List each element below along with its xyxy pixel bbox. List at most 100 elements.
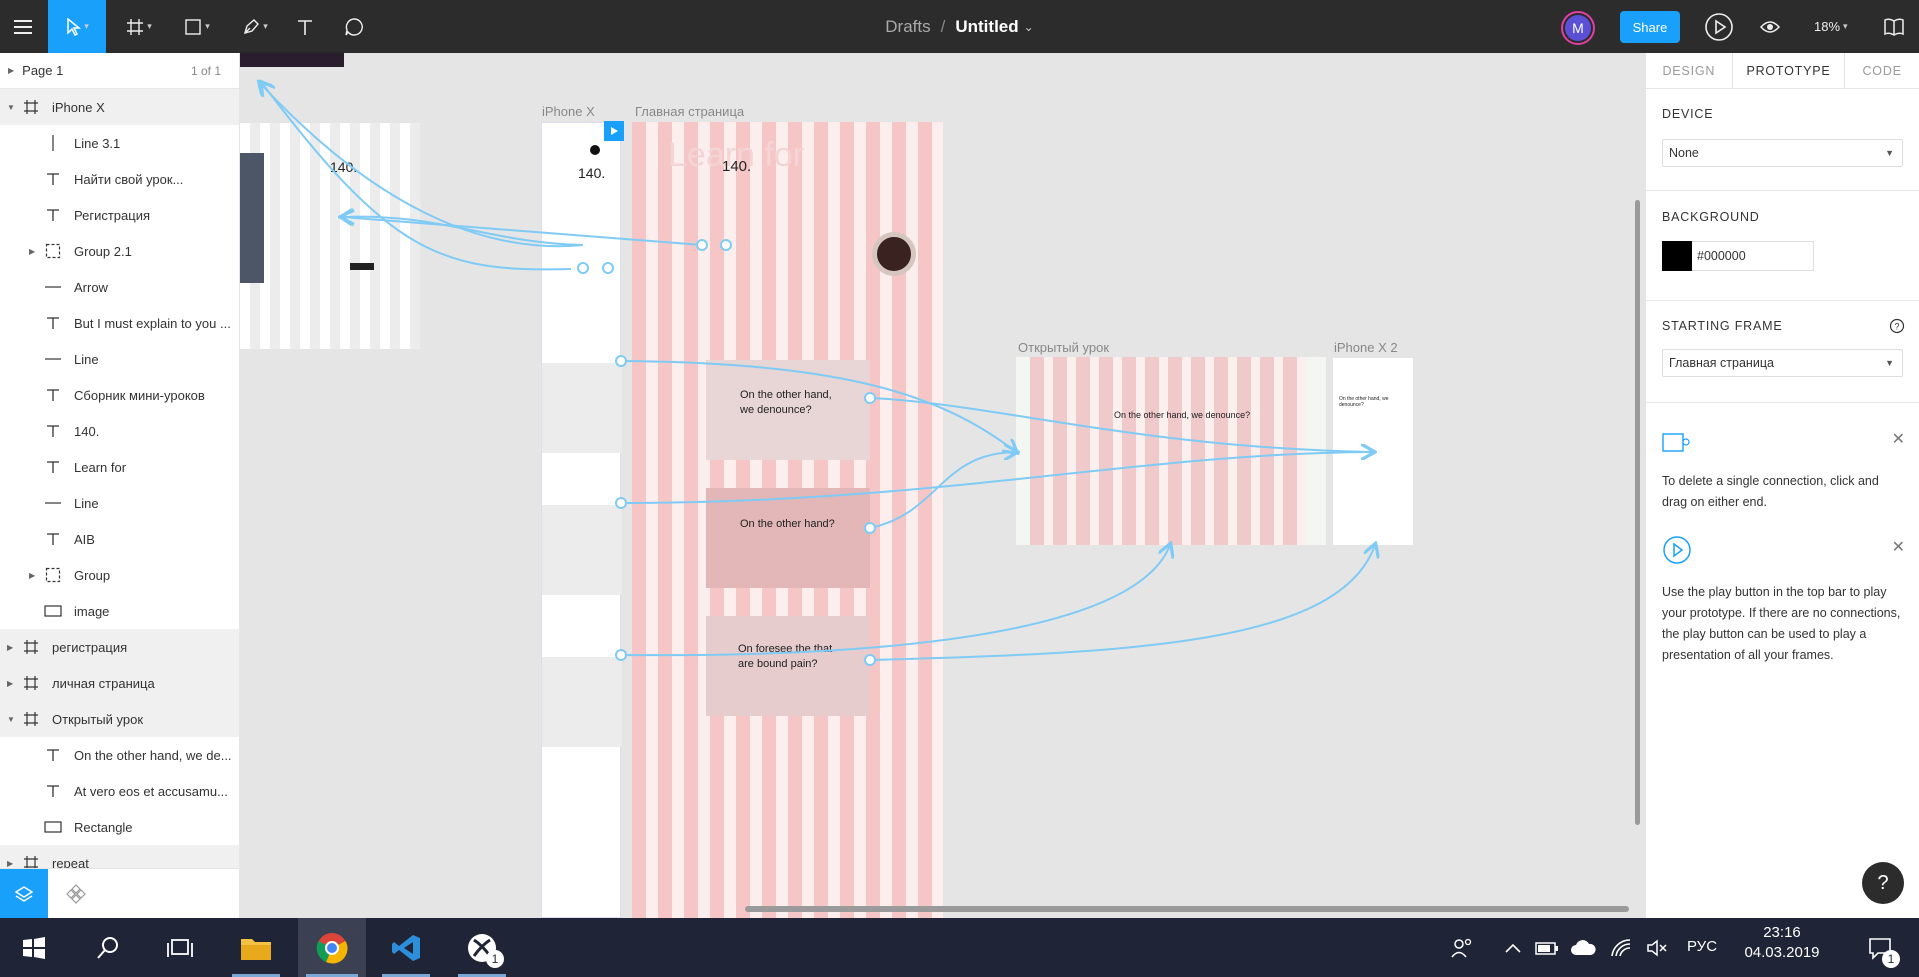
layer-label: Group 2.1	[74, 243, 132, 259]
battery-button[interactable]	[1530, 918, 1564, 977]
layer-row[interactable]: Line	[0, 485, 239, 521]
breadcrumb-drafts[interactable]: Drafts	[885, 17, 930, 37]
search-button[interactable]	[80, 918, 136, 977]
layer-row[interactable]: Rectangle	[0, 809, 239, 845]
chevron-down-icon[interactable]: ▼	[7, 715, 15, 724]
pen-tool-button[interactable]: ▾	[234, 0, 276, 53]
layer-row[interactable]: ▶ Group 2.1	[0, 233, 239, 269]
layer-label: AIB	[74, 531, 95, 547]
avatar-initial: M	[1565, 15, 1591, 41]
action-center-button[interactable]: 1	[1852, 918, 1908, 977]
move-tool-button[interactable]: ▾	[48, 0, 106, 53]
close-icon[interactable]: ✕	[1892, 429, 1905, 449]
tip-play-prototype: Use the play button in the top bar to pl…	[1662, 585, 1901, 662]
background-color-swatch[interactable]	[1662, 241, 1692, 271]
chevron-right-icon[interactable]: ▶	[7, 679, 13, 688]
layer-row[interactable]: Learn for	[0, 449, 239, 485]
layer-row[interactable]: But I must explain to you ...	[0, 305, 239, 341]
layer-row[interactable]: ▶ личная страница	[0, 665, 239, 701]
task-view-button[interactable]	[152, 918, 208, 977]
layer-row[interactable]: image	[0, 593, 239, 629]
help-circle-icon[interactable]: ?	[1889, 318, 1905, 334]
comment-tool-button[interactable]	[338, 0, 370, 53]
tab-design[interactable]: DESIGN	[1646, 53, 1732, 89]
layer-row[interactable]: ▶ регистрация	[0, 629, 239, 665]
shape-tool-button[interactable]: ▾	[176, 0, 218, 53]
clock-date: 04.03.2019	[1744, 944, 1820, 961]
text-icon	[44, 530, 62, 548]
layer-label: Arrow	[74, 279, 108, 295]
layer-row[interactable]: Line 3.1	[0, 125, 239, 161]
text-icon	[44, 458, 62, 476]
layer-row[interactable]: AIB	[0, 521, 239, 557]
layer-row[interactable]: 140.	[0, 413, 239, 449]
layer-label: Line	[74, 495, 99, 511]
device-select[interactable]: None ▼	[1662, 139, 1903, 167]
device-heading: DEVICE	[1662, 107, 1714, 121]
layer-row[interactable]: At vero eos et accusamu...	[0, 773, 239, 809]
layer-row[interactable]: On the other hand, we de...	[0, 737, 239, 773]
chevron-right-icon[interactable]: ▶	[29, 247, 35, 256]
layer-row[interactable]: Line	[0, 341, 239, 377]
play-icon	[1705, 12, 1733, 41]
properties-panel: DESIGN PROTOTYPE CODE DEVICE None ▼ BACK…	[1645, 53, 1919, 918]
title-chevron-icon[interactable]: ⌄	[1024, 20, 1034, 34]
chevron-right-icon[interactable]: ▶	[7, 643, 13, 652]
frame-icon	[22, 98, 40, 116]
wifi-button[interactable]	[1604, 918, 1638, 977]
chevron-right-icon[interactable]: ▶	[29, 571, 35, 580]
tab-code[interactable]: CODE	[1845, 53, 1919, 89]
frame-tool-button[interactable]: ▾	[118, 0, 160, 53]
text-tool-button[interactable]	[290, 0, 320, 53]
page-selector[interactable]: ▶ Page 1 1 of 1	[0, 53, 239, 89]
share-button[interactable]: Share	[1620, 11, 1680, 43]
library-button[interactable]	[1876, 0, 1912, 53]
layer-row[interactable]: ▼ iPhone X	[0, 89, 239, 125]
chevron-down-icon: ▼	[1885, 358, 1894, 368]
text-icon	[44, 314, 62, 332]
layer-row[interactable]: Arrow	[0, 269, 239, 305]
layer-row[interactable]: Сборник мини-уроков	[0, 377, 239, 413]
chevron-right-icon: ▶	[8, 66, 15, 75]
chrome-button[interactable]	[298, 918, 366, 977]
chevron-down-icon[interactable]: ▼	[7, 103, 15, 112]
chevron-down-icon: ▾	[205, 21, 210, 31]
vscode-button[interactable]	[374, 918, 438, 977]
starting-frame-select[interactable]: Главная страница ▼	[1662, 349, 1903, 377]
notification-badge: 1	[1882, 950, 1900, 968]
tab-prototype[interactable]: PROTOTYPE	[1731, 53, 1846, 89]
layer-label: Сборник мини-уроков	[74, 387, 205, 403]
zoom-dropdown[interactable]: 18% ▾	[1814, 0, 1848, 53]
people-icon	[1451, 938, 1472, 957]
xbox-button[interactable]: 1	[450, 918, 514, 977]
horizontal-scrollbar[interactable]	[745, 906, 1629, 912]
present-button[interactable]	[1702, 0, 1736, 53]
starting-frame-section: STARTING FRAME ? Главная страница ▼	[1646, 301, 1919, 403]
layer-row[interactable]: ▶ Group	[0, 557, 239, 593]
main-menu-button[interactable]	[0, 0, 46, 53]
user-avatar[interactable]: M	[1561, 11, 1595, 45]
layer-row[interactable]: Найти свой урок...	[0, 161, 239, 197]
close-icon[interactable]: ✕	[1892, 537, 1905, 557]
background-hex-input[interactable]: #000000	[1692, 241, 1814, 271]
design-canvas[interactable]: 140. iPhone X 140. Главная страница Lear…	[240, 53, 1645, 918]
file-explorer-button[interactable]	[224, 918, 288, 977]
clock[interactable]: 23:16 04.03.2019	[1742, 924, 1822, 961]
help-button[interactable]: ?	[1862, 862, 1904, 904]
rectangle-icon	[44, 818, 62, 836]
vertical-scrollbar[interactable]	[1635, 200, 1640, 825]
volume-button[interactable]	[1640, 918, 1674, 977]
layer-row[interactable]: Регистрация	[0, 197, 239, 233]
layer-row[interactable]: ▼ Открытый урок	[0, 701, 239, 737]
components-tab[interactable]	[56, 869, 96, 918]
people-button[interactable]	[1444, 918, 1480, 977]
onedrive-button[interactable]	[1566, 918, 1600, 977]
view-settings-button[interactable]	[1756, 0, 1784, 53]
language-indicator[interactable]: РУС	[1687, 938, 1717, 955]
tray-expand-button[interactable]	[1500, 918, 1526, 977]
document-title[interactable]: Untitled	[955, 17, 1018, 37]
layers-tab[interactable]	[0, 869, 48, 918]
volume-muted-icon	[1647, 938, 1667, 957]
start-button[interactable]	[0, 918, 68, 977]
chevron-right-icon[interactable]: ▶	[7, 859, 13, 868]
